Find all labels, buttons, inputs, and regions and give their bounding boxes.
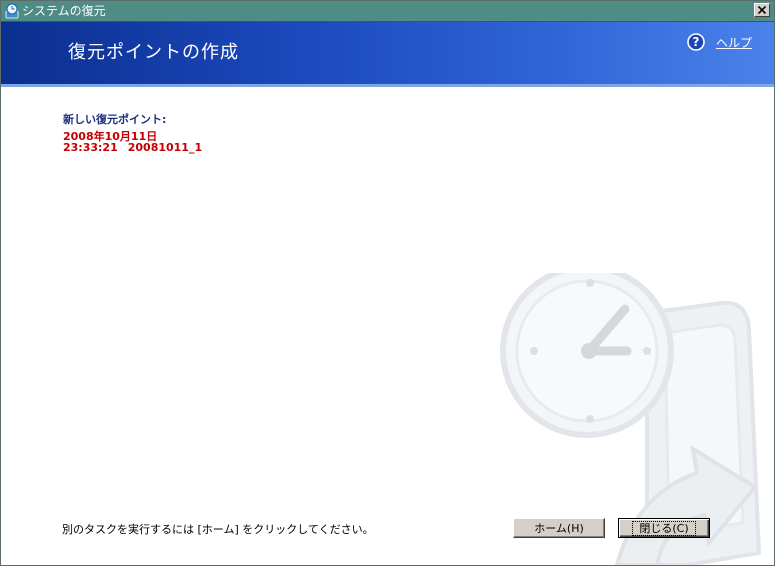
close-button[interactable]: 閉じる(C) xyxy=(618,518,710,538)
new-restore-point-label: 新しい復元ポイント: xyxy=(63,113,167,126)
window-close-button[interactable] xyxy=(754,3,770,17)
window-title: システムの復元 xyxy=(22,4,106,18)
help-icon: ? xyxy=(687,33,705,51)
help-label[interactable]: ヘルプ xyxy=(716,34,752,51)
restore-point-name: 20081011_1 xyxy=(127,141,203,154)
home-button[interactable]: ホーム(H) xyxy=(513,518,605,538)
system-restore-window: システムの復元 復元ポイントの作成 ? ヘルプ 新しい復元ポイント: 2008年… xyxy=(0,0,775,566)
header-band: 復元ポイントの作成 ? ヘルプ xyxy=(1,22,774,84)
title-bar[interactable]: システムの復元 xyxy=(1,1,774,22)
content-area: 新しい復元ポイント: 2008年10月11日 23:33:21 20081011_… xyxy=(1,87,774,565)
instruction-text: 別のタスクを実行するには [ホーム] をクリックしてください。 xyxy=(62,523,374,536)
close-icon xyxy=(758,6,766,14)
help-glyph: ? xyxy=(693,35,700,49)
restore-point-time: 23:33:21 xyxy=(63,141,118,154)
restore-point-time-row: 23:33:21 20081011_1 xyxy=(63,141,202,154)
home-button-label: ホーム(H) xyxy=(534,522,584,535)
close-button-label: 閉じる(C) xyxy=(632,520,696,536)
system-restore-icon xyxy=(5,3,19,19)
help-link[interactable]: ? ヘルプ xyxy=(687,33,752,51)
page-title: 復元ポイントの作成 xyxy=(68,42,239,63)
